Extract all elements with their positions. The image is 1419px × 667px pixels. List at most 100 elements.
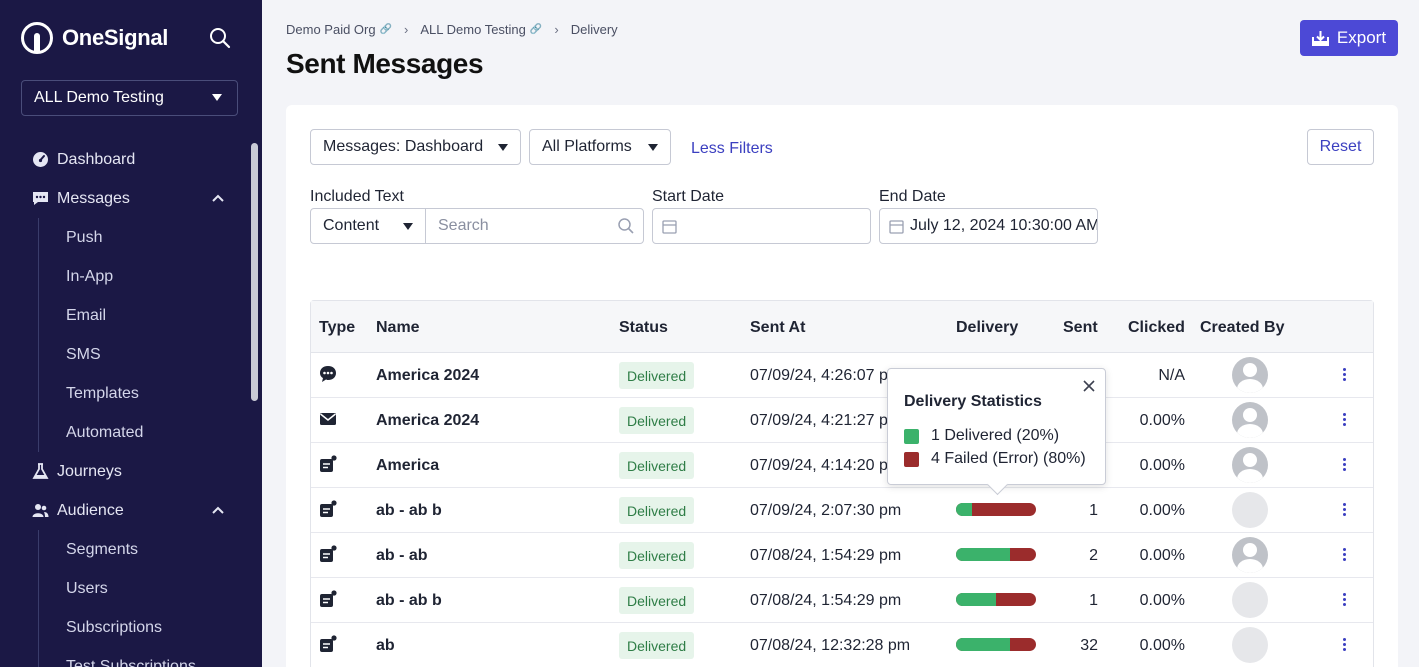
breadcrumb-org[interactable]: Demo Paid Org <box>286 22 376 37</box>
reset-button[interactable]: Reset <box>1307 129 1374 165</box>
push-notification-icon <box>320 590 337 607</box>
search-icon[interactable] <box>209 27 231 49</box>
link-icon: 🔗 <box>379 24 393 35</box>
clicked-rate: 0.00% <box>1139 457 1185 474</box>
column-created-by[interactable]: Created By <box>1200 319 1284 337</box>
caret-down-icon <box>498 144 508 151</box>
message-name[interactable]: ab <box>376 637 395 655</box>
column-clicked[interactable]: Clicked <box>1128 319 1185 337</box>
download-icon <box>1311 30 1329 46</box>
sidebar-item-audience[interactable]: Audience <box>0 491 250 530</box>
status-badge: Delivered <box>619 497 695 524</box>
column-type[interactable]: Type <box>319 319 355 337</box>
table-row[interactable]: America 2024 Delivered 07/09/24, 4:21:27 p… <box>311 398 1373 443</box>
more-options-icon[interactable] <box>1343 458 1347 472</box>
push-notification-icon <box>320 635 337 652</box>
more-options-icon[interactable] <box>1343 638 1347 652</box>
close-icon[interactable] <box>1081 378 1097 394</box>
breadcrumb-app[interactable]: ALL Demo Testing <box>420 22 526 37</box>
avatar <box>1232 447 1268 483</box>
status-badge: Delivered <box>619 542 695 569</box>
less-filters-link[interactable]: Less Filters <box>691 140 773 158</box>
end-date-label: End Date <box>879 188 946 205</box>
column-name[interactable]: Name <box>376 319 420 337</box>
column-delivery[interactable]: Delivery <box>956 319 1018 337</box>
tooltip-title: Delivery Statistics <box>904 393 1042 410</box>
platforms-filter-value: All Platforms <box>542 138 632 155</box>
tooltip-failed-row: 4 Failed (Error) (80%) <box>904 450 1086 468</box>
start-date-field[interactable] <box>652 208 871 244</box>
caret-down-icon <box>648 144 658 151</box>
app-selector[interactable]: ALL Demo Testing <box>21 80 238 116</box>
column-sent[interactable]: Sent <box>1063 319 1098 337</box>
journeys-flask-icon <box>32 463 49 479</box>
status-badge: Delivered <box>619 362 695 389</box>
message-name[interactable]: ab - ab b <box>376 592 442 610</box>
table-row[interactable]: America 2024 Delivered 07/09/24, 4:26:07 p… <box>311 353 1373 398</box>
more-options-icon[interactable] <box>1343 368 1347 382</box>
delivery-bar[interactable] <box>956 638 1036 651</box>
delivered-segment <box>956 503 972 516</box>
more-options-icon[interactable] <box>1343 593 1347 607</box>
sidebar-item-dashboard[interactable]: Dashboard <box>0 140 250 179</box>
caret-down-icon <box>212 94 222 101</box>
message-name[interactable]: America <box>376 457 439 475</box>
sidebar-item-label: Test Subscriptions <box>66 657 196 667</box>
submenu-rail <box>38 530 39 667</box>
end-date-field[interactable] <box>879 208 1098 244</box>
avatar <box>1232 357 1268 393</box>
more-options-icon[interactable] <box>1343 503 1347 517</box>
sidebar-item-label: In-App <box>66 267 114 285</box>
message-name[interactable]: America 2024 <box>376 412 479 430</box>
caret-down-icon <box>403 223 413 230</box>
breadcrumb: Demo Paid Org 🔗 › ALL Demo Testing 🔗 › D… <box>286 22 618 37</box>
table-row[interactable]: ab - ab b Delivered 07/08/24, 1:54:29 pm 1 0… <box>311 578 1373 623</box>
sent-at: 07/09/24, 4:21:27 pm <box>750 412 902 429</box>
export-button[interactable]: Export <box>1300 20 1398 56</box>
failed-swatch <box>904 451 919 467</box>
start-date-label: Start Date <box>652 188 725 205</box>
tooltip-delivered-row: 1 Delivered (20%) <box>904 427 1059 445</box>
delivery-bar[interactable] <box>956 503 1036 516</box>
breadcrumb-separator: › <box>404 22 409 37</box>
messages-filter-select[interactable]: Messages: Dashboard <box>310 129 521 165</box>
platforms-filter-select[interactable]: All Platforms <box>529 129 671 165</box>
delivery-statistics-tooltip: Delivery Statistics 1 Delivered (20%) 4 … <box>887 368 1106 485</box>
sidebar-item-journeys[interactable]: Journeys <box>0 452 250 491</box>
column-status[interactable]: Status <box>619 319 668 337</box>
table-row[interactable]: ab Delivered 07/08/24, 12:32:28 pm 32 0.00% <box>311 623 1373 667</box>
chevron-up-icon[interactable] <box>212 193 224 205</box>
delivery-bar[interactable] <box>956 593 1036 606</box>
sidebar-item-label: Users <box>66 579 108 597</box>
message-name[interactable]: ab - ab <box>376 547 428 565</box>
sidebar-item-label: Automated <box>66 423 144 441</box>
push-notification-icon <box>320 545 337 562</box>
table-row[interactable]: ab - ab b Delivered 07/09/24, 2:07:30 pm 1 0… <box>311 488 1373 533</box>
content-type-select[interactable]: Content <box>310 208 426 244</box>
table-row[interactable]: ab - ab Delivered 07/08/24, 1:54:29 pm 2 0.0… <box>311 533 1373 578</box>
start-date-input[interactable] <box>683 217 870 235</box>
table-row[interactable]: America Delivered 07/09/24, 4:14:20 pm 0.00… <box>311 443 1373 488</box>
message-name[interactable]: ab - ab b <box>376 502 442 520</box>
sidebar-item-label: Messages <box>57 189 130 207</box>
column-sent-at[interactable]: Sent At <box>750 319 805 337</box>
sidebar-item-messages[interactable]: Messages <box>0 179 250 218</box>
end-date-input[interactable] <box>910 217 1097 235</box>
sidebar-scrollbar[interactable] <box>251 143 258 401</box>
more-options-icon[interactable] <box>1343 413 1347 427</box>
clicked-rate: 0.00% <box>1139 502 1185 519</box>
users-icon <box>32 504 49 517</box>
page-title: Sent Messages <box>286 48 484 79</box>
avatar <box>1232 537 1268 573</box>
avatar <box>1232 492 1268 528</box>
chevron-up-icon[interactable] <box>212 505 224 517</box>
search-input[interactable] <box>438 217 617 235</box>
more-options-icon[interactable] <box>1343 548 1347 562</box>
push-notification-icon <box>320 500 337 517</box>
onesignal-logo[interactable]: OneSignal <box>21 22 168 54</box>
message-name[interactable]: America 2024 <box>376 367 479 385</box>
search-field[interactable] <box>425 208 644 244</box>
sent-count: 1 <box>1089 502 1098 519</box>
sidebar-item-label: Push <box>66 228 103 246</box>
delivery-bar[interactable] <box>956 548 1036 561</box>
